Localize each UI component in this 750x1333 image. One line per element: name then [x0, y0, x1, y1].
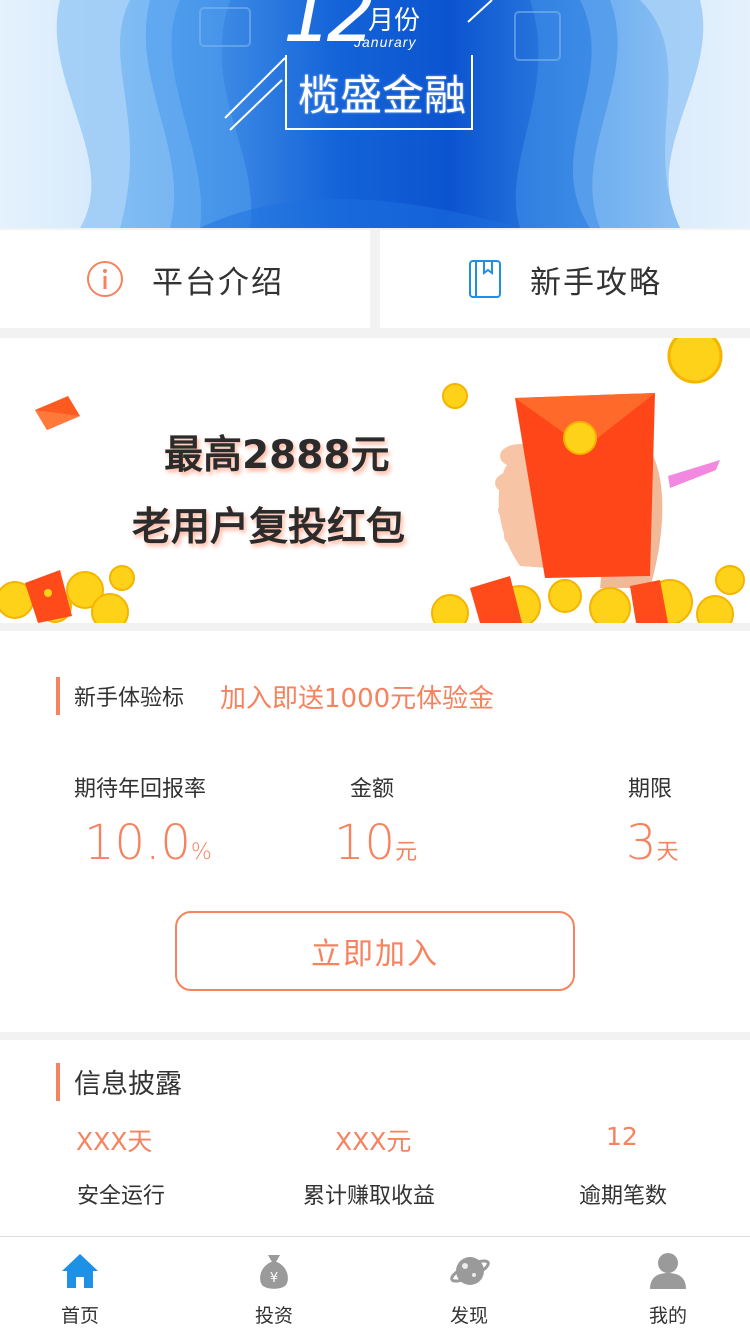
amount-label: 金额 — [350, 777, 395, 802]
beginner-guide-button[interactable]: 新手攻略 — [380, 230, 750, 328]
amount-value: 10元 — [334, 815, 418, 871]
safe-days-value: XXX天 — [76, 1127, 153, 1156]
red-packet-promo[interactable]: 最高2888元 老用户复投红包 — [0, 338, 750, 623]
planet-icon — [450, 1257, 490, 1285]
banner-brand: 榄盛金融 — [298, 71, 467, 120]
rate-unit: % — [190, 840, 212, 865]
term-value: 3天 — [626, 815, 679, 871]
top-banner[interactable]: 12 月份 Janurary 榄盛金融 — [0, 0, 750, 228]
novice-title: 新手体验标 — [74, 686, 185, 711]
tab-invest-label: 投资 — [254, 1305, 293, 1327]
overdue-count-label: 逾期笔数 — [579, 1184, 668, 1209]
home-icon — [62, 1254, 98, 1288]
total-earnings-label: 累计赚取收益 — [303, 1184, 436, 1209]
svg-text:¥: ¥ — [270, 1271, 278, 1286]
beginner-guide-label: 新手攻略 — [530, 264, 662, 301]
platform-intro-button[interactable]: 平台介绍 — [0, 230, 370, 328]
term-unit: 天 — [656, 840, 679, 865]
term-label: 期限 — [628, 777, 673, 802]
bottom-tab-bar: 首页 ¥ 投资 发现 我的 — [0, 1236, 750, 1333]
promo-subheadline: 老用户复投红包 — [132, 505, 406, 550]
section-accent-bar — [56, 677, 60, 715]
join-now-button[interactable]: 立即加入 — [175, 911, 575, 991]
info-circle-icon — [87, 261, 123, 297]
tab-discover-label: 发现 — [449, 1305, 488, 1327]
tab-home[interactable]: 首页 — [20, 1237, 140, 1333]
novice-bonus-tag: 加入即送1000元体验金 — [220, 683, 495, 714]
platform-intro-label: 平台介绍 — [152, 264, 284, 301]
rate-label: 期待年回报率 — [74, 777, 207, 802]
tab-invest[interactable]: ¥ 投资 — [214, 1237, 334, 1333]
money-bag-icon: ¥ — [260, 1255, 288, 1289]
promo-headline: 最高2888元 — [164, 433, 390, 478]
novice-product-card: 新手体验标 加入即送1000元体验金 期待年回报率 金额 期限 10.0% 10… — [0, 631, 750, 1032]
overdue-count-value: 12 — [606, 1122, 638, 1151]
guide-book-icon — [469, 260, 501, 298]
info-disclosure-section[interactable]: 信息披露 XXX天 XXX元 12 安全运行 累计赚取收益 逾期笔数 — [0, 1040, 750, 1236]
banner-month-number: 12 — [283, 0, 376, 60]
promo-illustration — [0, 338, 745, 623]
safe-days-label: 安全运行 — [77, 1184, 166, 1209]
disclosure-title: 信息披露 — [74, 1069, 182, 1100]
section-accent-bar — [56, 1062, 60, 1101]
user-icon — [650, 1253, 686, 1289]
tab-mine-label: 我的 — [648, 1305, 687, 1327]
tab-discover[interactable]: 发现 — [409, 1237, 529, 1333]
tab-mine[interactable]: 我的 — [608, 1237, 728, 1333]
total-earnings-value: XXX元 — [335, 1127, 412, 1156]
banner-month-cn: 月份 — [368, 6, 421, 36]
novice-section-header: 新手体验标 加入即送1000元体验金 — [56, 677, 494, 715]
rate-value: 10.0% — [84, 815, 212, 871]
banner-month-en: Janurary — [354, 34, 417, 50]
disclosure-header: 信息披露 — [56, 1062, 182, 1101]
amount-unit: 元 — [395, 840, 418, 865]
tab-home-label: 首页 — [60, 1305, 99, 1327]
